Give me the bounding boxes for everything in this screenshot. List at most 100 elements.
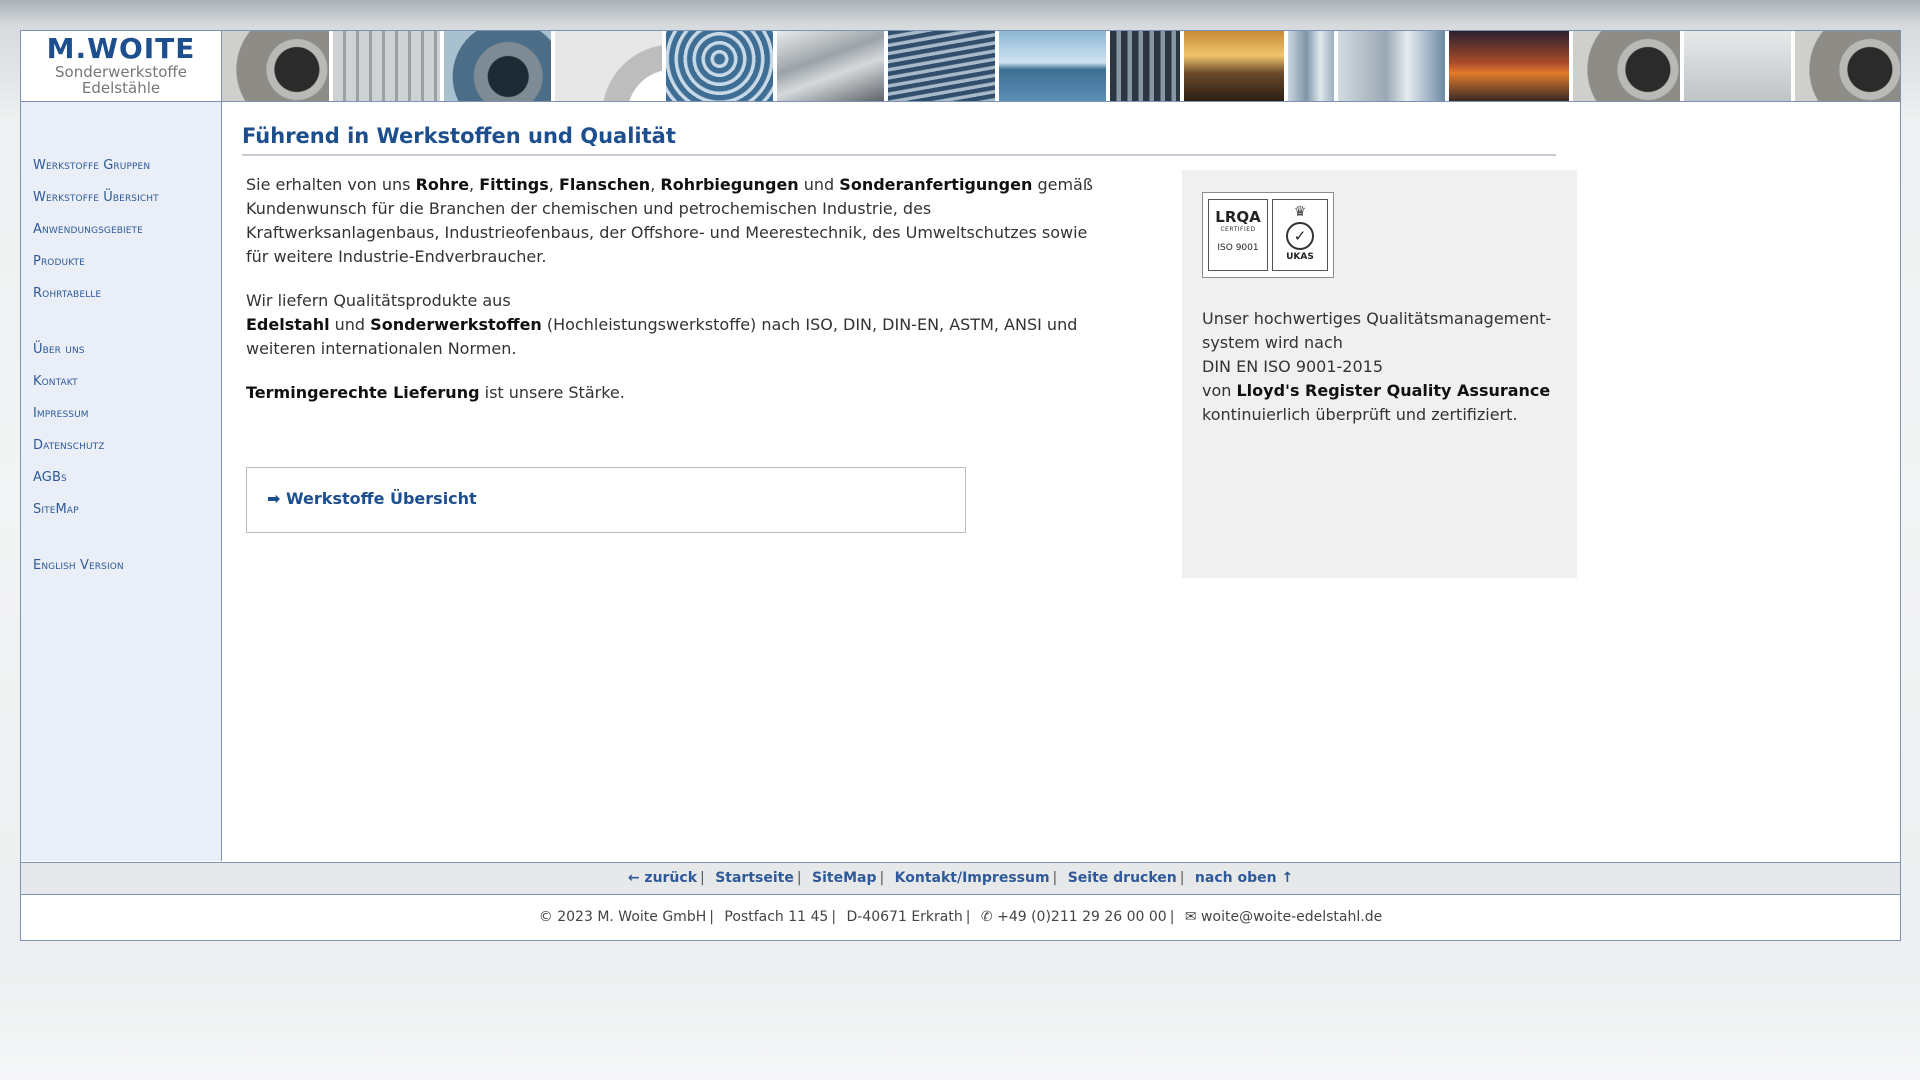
header-image-steel-pipe-end <box>222 31 329 101</box>
keyword-sonderwerkstoffen: Sonderwerkstoffen <box>370 315 542 334</box>
separator: | <box>796 870 802 886</box>
header-image-pipe-bundle <box>1684 31 1791 101</box>
home-link[interactable]: Startseite <box>715 870 794 886</box>
keyword-flanschen: Flanschen <box>558 175 651 194</box>
separator: | <box>709 909 714 925</box>
cert-line-3: DIN EN ISO 9001-2015 <box>1202 357 1384 376</box>
header-image-strip <box>222 31 1900 101</box>
logo-subtitle-1: Sonderwerkstoffe <box>55 63 187 81</box>
header-image-pipe-bundle <box>333 31 440 101</box>
sitemap-link[interactable]: SiteMap <box>812 870 876 886</box>
iso-certification-badge: LRQA CERTIFIED ISO 9001 ♛ ✓ UKAS <box>1202 192 1334 278</box>
ukas-logo: ♛ ✓ UKAS <box>1272 199 1328 271</box>
sidebar-item-anwendungsgebiete[interactable]: Anwendungsgebiete <box>33 214 221 246</box>
keyword-termingerechte-lieferung: Termingerechte Lieferung <box>246 383 480 402</box>
header-image-storage-tank <box>1338 31 1445 101</box>
sidebar-item-werkstoffe-uebersicht[interactable]: Werkstoffe Übersicht <box>33 182 221 214</box>
text-span: , <box>650 175 661 194</box>
text-span: Wir liefern Qualitätsprodukte aus <box>246 291 511 310</box>
separator: | <box>965 909 971 925</box>
keyword-rohrbiegungen: Rohrbiegungen <box>660 175 799 194</box>
sidebar-item-datenschutz[interactable]: Datenschutz <box>33 430 221 462</box>
email-link[interactable]: ✉ woite@woite-edelstahl.de <box>1185 909 1382 925</box>
logo-subtitle-2: Edelstähle <box>81 79 161 97</box>
separator: | <box>1169 909 1175 925</box>
keyword-sonderanfertigungen: Sonderanfertigungen <box>839 175 1033 194</box>
werkstoffe-uebersicht-box: ➡ Werkstoffe Übersicht <box>246 467 966 533</box>
company-logo[interactable]: M.WOITE Sonderwerkstoffe Edelstähle <box>21 31 222 101</box>
crown-icon: ♛ <box>1293 204 1307 220</box>
intro-paragraph-2: Wir liefern Qualitätsprodukte aus Edelsta… <box>246 289 1096 361</box>
lrqa-logo: LRQA CERTIFIED ISO 9001 <box>1208 199 1268 271</box>
sidebar-item-kontakt[interactable]: Kontakt <box>33 366 221 398</box>
text-span: Sie erhalten von uns <box>246 175 416 194</box>
header-image-stainless-pipes <box>777 31 884 101</box>
intro-paragraph-3: Termingerechte Lieferung ist unsere Stär… <box>246 381 1096 405</box>
iso-label: ISO 9001 <box>1217 243 1259 253</box>
intro-paragraph-1: Sie erhalten von uns Rohre, Fittings, Fl… <box>246 173 1096 269</box>
footer-info: © 2023 M. Woite GmbH | Postfach 11 45 | D-… <box>21 895 1900 939</box>
separator: | <box>1179 870 1185 886</box>
text-span: von <box>1202 381 1237 400</box>
copyright-text: © 2023 M. Woite GmbH <box>538 909 707 925</box>
text-span: und <box>329 315 371 334</box>
intro-text: Sie erhalten von uns Rohre, Fittings, Fl… <box>246 173 1096 425</box>
separator: | <box>1052 870 1058 886</box>
keyword-rohre: Rohre <box>415 175 470 194</box>
header-image-refinery <box>1110 31 1180 101</box>
sidebar-item-english-version[interactable]: English Version <box>33 550 221 582</box>
phone-text: ✆ +49 (0)211 29 26 00 00 <box>980 909 1167 925</box>
keyword-edelstahl: Edelstahl <box>246 315 330 334</box>
separator: | <box>879 870 885 886</box>
contact-imprint-link[interactable]: Kontakt/Impressum <box>895 870 1050 886</box>
separator: | <box>700 870 705 886</box>
address-text: D-40671 Erkrath <box>846 909 963 925</box>
sidebar-item-werkstoffe-gruppen[interactable]: Werkstoffe Gruppen <box>33 150 221 182</box>
page-title: Führend in Werkstoffen und Qualität <box>242 124 1556 156</box>
back-to-top-link[interactable]: nach oben ↑ <box>1195 870 1293 886</box>
header-image-pipeline-sunset <box>1184 31 1284 101</box>
footer-nav: ← zurück | Startseite | SiteMap | Kontakt/I… <box>21 862 1900 895</box>
header-image-industrial-fire <box>1449 31 1569 101</box>
ukas-label: UKAS <box>1286 252 1314 262</box>
cert-line-5: kontinuierlich überprüft und zertifizier… <box>1202 405 1518 424</box>
logo-mark: M.WOITE <box>46 32 196 65</box>
postbox-text: Postfach 11 45 <box>724 909 829 925</box>
text-span: , <box>469 175 480 194</box>
werkstoffe-uebersicht-link[interactable]: ➡ Werkstoffe Übersicht <box>267 489 477 508</box>
text-span: , <box>548 175 559 194</box>
certification-panel: LRQA CERTIFIED ISO 9001 ♛ ✓ UKAS Unser h… <box>1182 170 1577 578</box>
header-image-offshore-platform <box>999 31 1106 101</box>
header-image-industrial-plant <box>1288 31 1334 101</box>
certified-label: CERTIFIED <box>1220 226 1256 233</box>
print-page-link[interactable]: Seite drucken <box>1068 870 1177 886</box>
separator: | <box>831 909 837 925</box>
lrqa-label: LRQA <box>1215 208 1261 226</box>
header-image-pipe-opening <box>1795 31 1900 101</box>
sidebar-item-sitemap[interactable]: SiteMap <box>33 494 221 526</box>
header-image-oil-tanks <box>888 31 995 101</box>
certification-text: Unser hochwertiges Qualitätsmanagement- … <box>1202 307 1562 427</box>
sidebar-item-produkte[interactable]: Produkte <box>33 246 221 278</box>
header: M.WOITE Sonderwerkstoffe Edelstähle <box>21 31 1900 102</box>
main-content: Führend in Werkstoffen und Qualität Sie … <box>222 102 1900 861</box>
header-image-pipe-opening <box>444 31 551 101</box>
sidebar-item-rohrtabelle[interactable]: Rohrtabelle <box>33 278 221 310</box>
page-frame: M.WOITE Sonderwerkstoffe Edelstähle Werk… <box>20 30 1901 941</box>
header-image-pipe-bend <box>555 31 662 101</box>
text-span: und <box>798 175 840 194</box>
sidebar-item-ueber-uns[interactable]: Über uns <box>33 334 221 366</box>
lloyds-register-name: Lloyd's Register Quality Assurance <box>1236 381 1551 400</box>
back-link[interactable]: ← zurück <box>628 870 697 886</box>
header-image-pipe-stack <box>666 31 773 101</box>
cert-line-2: system wird nach <box>1202 333 1343 352</box>
keyword-fittings: Fittings <box>479 175 549 194</box>
text-span: ist unsere Stärke. <box>479 383 625 402</box>
cert-line-1: Unser hochwertiges Qualitätsmanagement- <box>1202 309 1552 328</box>
sidebar-nav: Werkstoffe Gruppen Werkstoffe Übersicht … <box>21 102 222 861</box>
sidebar-item-agbs[interactable]: AGBs <box>33 462 221 494</box>
checkmark-icon: ✓ <box>1286 222 1314 250</box>
cert-line-4: von Lloyd's Register Quality Assurance <box>1202 379 1562 403</box>
sidebar-item-impressum[interactable]: Impressum <box>33 398 221 430</box>
header-image-steel-pipe-end <box>1573 31 1680 101</box>
